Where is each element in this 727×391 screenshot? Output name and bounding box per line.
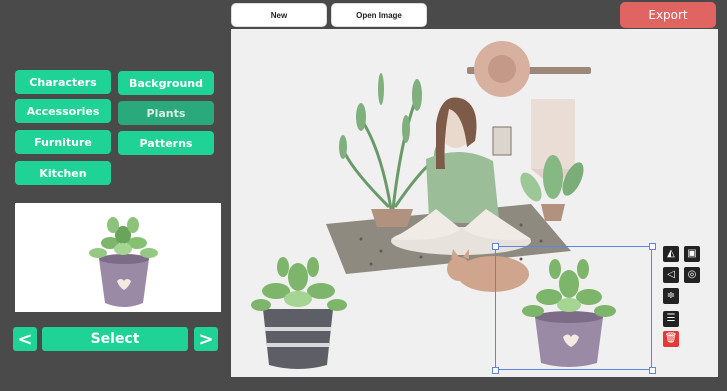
new-button[interactable]: New [231, 3, 327, 27]
category-background[interactable]: Background [118, 71, 214, 95]
flip-horizontal-icon[interactable]: ◭ [663, 246, 679, 262]
open-image-button[interactable]: Open Image [331, 3, 427, 27]
resize-handle-bottom-right[interactable] [649, 367, 656, 374]
category-characters[interactable]: Characters [15, 70, 111, 94]
succulent-preview-image [89, 217, 158, 307]
category-plants[interactable]: Plants [118, 101, 214, 125]
export-button[interactable]: Export [620, 2, 716, 28]
category-furniture[interactable]: Furniture [15, 130, 111, 154]
prev-button[interactable]: < [13, 327, 37, 351]
resize-handle-top-right[interactable] [649, 243, 656, 250]
align-bottom-icon[interactable]: ☰ [663, 311, 679, 327]
resize-handle-bottom-left[interactable] [492, 367, 499, 374]
align-center-icon[interactable]: ≑ [663, 288, 679, 304]
category-patterns[interactable]: Patterns [118, 131, 214, 155]
select-button[interactable]: Select [42, 327, 188, 351]
flip-vertical-icon[interactable]: ◁ [663, 267, 679, 283]
next-button[interactable]: > [194, 327, 218, 351]
delete-icon[interactable]: 🗑 [663, 331, 679, 347]
resize-handle-top-left[interactable] [492, 243, 499, 250]
editor-canvas[interactable]: ◭ ▣ ◁ ◎ ≑ ☰ 🗑 [231, 29, 718, 377]
category-accessories[interactable]: Accessories [15, 99, 111, 123]
selection-box[interactable] [495, 246, 652, 370]
bring-forward-icon[interactable]: ▣ [684, 246, 700, 262]
send-backward-icon[interactable]: ◎ [684, 267, 700, 283]
item-preview[interactable] [15, 203, 221, 312]
category-kitchen[interactable]: Kitchen [15, 161, 111, 185]
